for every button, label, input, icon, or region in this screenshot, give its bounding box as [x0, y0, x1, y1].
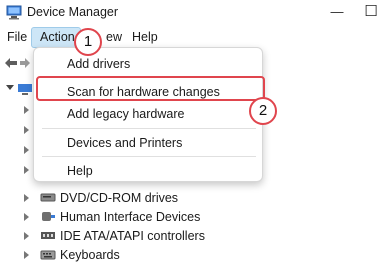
collapse-chevron-icon[interactable]: [6, 85, 14, 90]
expand-arrow-icon[interactable]: [24, 106, 29, 114]
menu-separator: [42, 156, 256, 157]
action-dropdown-menu: Add drivers Scan for hardware changes Ad…: [33, 47, 263, 182]
tree-item-ide[interactable]: IDE ATA/ATAPI controllers: [0, 226, 392, 246]
menu-help[interactable]: Help: [132, 30, 158, 44]
expand-arrow-icon[interactable]: [24, 213, 29, 221]
tree-item-hid[interactable]: Human Interface Devices: [0, 207, 392, 227]
device-manager-icon: [6, 5, 22, 20]
menu-file[interactable]: File: [7, 30, 27, 44]
expand-arrow-icon[interactable]: [24, 146, 29, 154]
menu-separator: [42, 128, 256, 129]
window-title: Device Manager: [27, 5, 119, 19]
step-badge-2: 2: [249, 97, 277, 125]
menu-action-label: Action: [40, 30, 75, 44]
tree-item-label: IDE ATA/ATAPI controllers: [60, 229, 205, 243]
computer-icon: [18, 84, 32, 95]
expand-arrow-icon[interactable]: [24, 166, 29, 174]
restore-button[interactable]: ☐: [354, 0, 388, 25]
menu-item-help[interactable]: Help: [67, 164, 93, 178]
tree-item-keyboards[interactable]: Keyboards: [0, 245, 392, 265]
title-bar: Device Manager — ☐: [0, 0, 392, 25]
expand-arrow-icon[interactable]: [24, 194, 29, 202]
menu-item-devices-printers[interactable]: Devices and Printers: [67, 136, 182, 150]
menu-item-add-drivers[interactable]: Add drivers: [67, 57, 130, 71]
hid-icon: [42, 212, 55, 221]
tree-item-label: Keyboards: [60, 248, 120, 262]
menu-item-add-legacy-hardware[interactable]: Add legacy hardware: [67, 107, 184, 121]
tree-item-dvd[interactable]: DVD/CD-ROM drives: [0, 188, 392, 208]
menu-view[interactable]: ew: [106, 30, 122, 44]
forward-arrow-icon[interactable]: [19, 57, 31, 69]
tree-item-label: DVD/CD-ROM drives: [60, 191, 179, 205]
ide-controller-icon: [41, 232, 55, 239]
minimize-button[interactable]: —: [320, 0, 354, 25]
dvd-drive-icon: [40, 193, 56, 202]
expand-arrow-icon[interactable]: [24, 126, 29, 134]
expand-arrow-icon[interactable]: [24, 251, 29, 259]
expand-arrow-icon[interactable]: [24, 232, 29, 240]
scan-highlight-box: [36, 76, 265, 101]
step-badge-1: 1: [74, 28, 102, 56]
back-arrow-icon[interactable]: [4, 57, 18, 69]
tree-item-label: Human Interface Devices: [60, 210, 201, 224]
keyboard-icon: [40, 250, 56, 260]
